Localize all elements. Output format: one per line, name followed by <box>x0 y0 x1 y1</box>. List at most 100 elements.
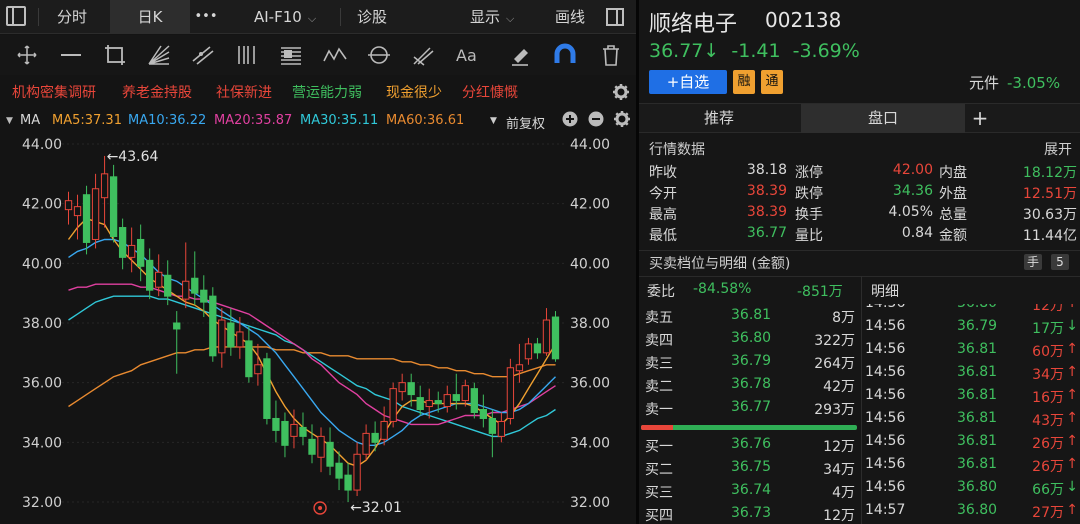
candle-body <box>506 367 515 419</box>
ask-row[interactable]: 卖一 36.77 293万 <box>639 396 859 419</box>
close-panel-icon[interactable] <box>600 0 630 34</box>
low-label: ←32.01 <box>350 500 402 516</box>
bid-row[interactable]: 买三 36.74 4万 <box>639 479 859 502</box>
trash-icon[interactable] <box>598 43 624 67</box>
level-price: 36.81 <box>731 307 772 323</box>
feature-tag[interactable]: 营运能力弱 <box>292 82 362 102</box>
tick-price: 36.81 <box>957 456 998 472</box>
depth-five-toggle[interactable]: 5 <box>1051 254 1069 270</box>
tick-row[interactable]: 14:56 36.80 66万 ↓ <box>863 477 1080 500</box>
draw-line-button[interactable]: 画线 <box>546 0 594 34</box>
feature-tag[interactable]: 现金很少 <box>386 82 442 102</box>
display-dropdown[interactable]: 显示 ⌵ <box>470 0 540 34</box>
ask-row[interactable]: 卖五 36.81 8万 <box>639 304 859 327</box>
feature-tag[interactable]: 机构密集调研 <box>12 82 96 102</box>
tick-price: 36.81 <box>957 410 998 426</box>
tab-daily-k[interactable]: 日K <box>110 0 190 34</box>
level-amount: 322万 <box>814 333 855 349</box>
vertical-lines-icon[interactable] <box>234 43 260 67</box>
candlestick-chart[interactable]: 44.00 44.00 42.00 42.00 40.00 40.00 38.00 38.00… <box>0 132 636 524</box>
collapse-triangle-icon[interactable]: ▼ <box>6 116 13 126</box>
margin-badge[interactable]: 融 <box>733 70 755 94</box>
adjust-dropdown-icon[interactable]: ▼ <box>490 116 497 126</box>
tick-row[interactable]: 14:56 36.81 26万 ↑ <box>863 431 1080 454</box>
candle-body <box>82 194 91 243</box>
cycle-tool-icon[interactable] <box>366 43 392 67</box>
more-icon[interactable]: ••• <box>190 0 222 34</box>
unit-hand-toggle[interactable]: 手 <box>1024 254 1042 270</box>
ask-row[interactable]: 卖二 36.78 42万 <box>639 373 859 396</box>
ma-legend: ▼ MA MA5:37.31 MA10:36.22 MA20:35.87 MA3… <box>0 110 636 132</box>
candle-body <box>272 417 280 431</box>
tick-price: 36.81 <box>957 341 998 357</box>
wave-line-icon[interactable] <box>322 43 348 67</box>
fan-lines-icon[interactable] <box>146 43 172 67</box>
quote-value: 42.00 <box>892 162 933 178</box>
quote-label: 跌停 <box>795 186 823 202</box>
eraser-icon[interactable] <box>508 43 534 67</box>
tick-amount: 26万 <box>1032 459 1064 475</box>
tick-amount: 66万 <box>1032 482 1064 498</box>
add-tab-icon[interactable]: + <box>967 104 993 133</box>
tick-row[interactable]: 14:56 36.81 60万 ↑ <box>863 339 1080 362</box>
tick-row[interactable]: 14:56 36.81 16万 ↑ <box>863 385 1080 408</box>
zoom-in-icon[interactable] <box>562 111 578 131</box>
level-price: 36.78 <box>731 376 772 392</box>
ma60-value: MA60:36.61 <box>386 113 465 128</box>
rectangle-tool-icon[interactable] <box>102 43 128 67</box>
feature-tag[interactable]: 分红慷慨 <box>462 82 518 102</box>
tick-row[interactable]: 14:56 36.81 43万 ↑ <box>863 408 1080 431</box>
tick-row[interactable]: 14:56 36.79 17万 ↓ <box>863 316 1080 339</box>
candle-body <box>353 453 361 491</box>
text-tool-icon[interactable]: Aa <box>454 43 480 67</box>
tick-row[interactable]: 14:56 36.81 26万 ↑ <box>863 454 1080 477</box>
expand-link[interactable]: 展开 <box>1044 139 1072 159</box>
tab-intraday[interactable]: 分时 <box>44 0 100 34</box>
ai-f10-dropdown[interactable]: AI-F10 ⌵ <box>240 0 336 34</box>
tick-row[interactable]: 14:57 36.80 27万 ↑ <box>863 500 1080 523</box>
add-watchlist-button[interactable]: +自选 <box>649 70 727 94</box>
tick-time: 14:56 <box>865 304 905 311</box>
crosshair-icon[interactable] <box>14 43 40 67</box>
feature-tag[interactable]: 社保新进 <box>216 82 272 102</box>
book-section-title: 买卖档位与明细 (金额) <box>649 256 791 272</box>
candle-body <box>371 432 379 443</box>
adjust-label[interactable]: 前复权 <box>506 113 545 132</box>
diagnose-button[interactable]: 诊股 <box>346 0 398 34</box>
candle-body <box>146 259 154 291</box>
tab-recommend[interactable]: 推荐 <box>639 104 799 133</box>
candle-body <box>200 289 208 303</box>
tags-settings-gear-icon[interactable] <box>612 83 630 105</box>
quote-value: 36.77 <box>746 225 787 241</box>
level-amount: 12万 <box>823 508 855 524</box>
bid-row[interactable]: 买二 36.75 34万 <box>639 456 859 479</box>
quote-value: 38.39 <box>746 204 787 220</box>
ma10-value: MA10:36.22 <box>128 113 207 128</box>
level-label: 卖三 <box>645 356 673 372</box>
bid-row[interactable]: 买四 36.73 12万 <box>639 502 859 524</box>
connect-badge[interactable]: 通 <box>761 70 783 94</box>
feature-tag[interactable]: 养老金持股 <box>122 82 192 102</box>
candle-body <box>434 400 442 405</box>
ask-row[interactable]: 卖三 36.79 264万 <box>639 350 859 373</box>
horizontal-line-icon[interactable] <box>58 43 84 67</box>
parallel-channel-icon[interactable] <box>190 43 216 67</box>
sidebar-toggle-icon[interactable] <box>6 6 26 26</box>
candle-body <box>407 382 415 396</box>
zoom-out-icon[interactable] <box>588 111 604 131</box>
ma-settings-gear-icon[interactable] <box>613 110 631 132</box>
tick-time: 14:56 <box>865 318 906 334</box>
tick-row[interactable]: 14:56 36.81 34万 ↑ <box>863 362 1080 385</box>
level-price: 36.80 <box>731 330 772 346</box>
pitchfork-icon[interactable] <box>410 43 436 67</box>
level-price: 36.77 <box>731 399 772 415</box>
quote-label: 昨收 <box>649 165 677 181</box>
magnet-icon[interactable] <box>552 43 578 67</box>
text-block-icon[interactable] <box>278 43 304 67</box>
bid-row[interactable]: 买一 36.76 12万 <box>639 433 859 456</box>
tab-order-book[interactable]: 盘口 <box>801 104 965 133</box>
trade-ticks[interactable]: 14:5636.8012万↑14:5636.7917万↓14:5636.8160… <box>863 304 1080 524</box>
ask-row[interactable]: 卖四 36.80 322万 <box>639 327 859 350</box>
sector-link[interactable]: 元件 -3.05% <box>969 72 1060 93</box>
tick-row[interactable]: 14:56 36.80 12万↑ <box>863 304 1080 316</box>
